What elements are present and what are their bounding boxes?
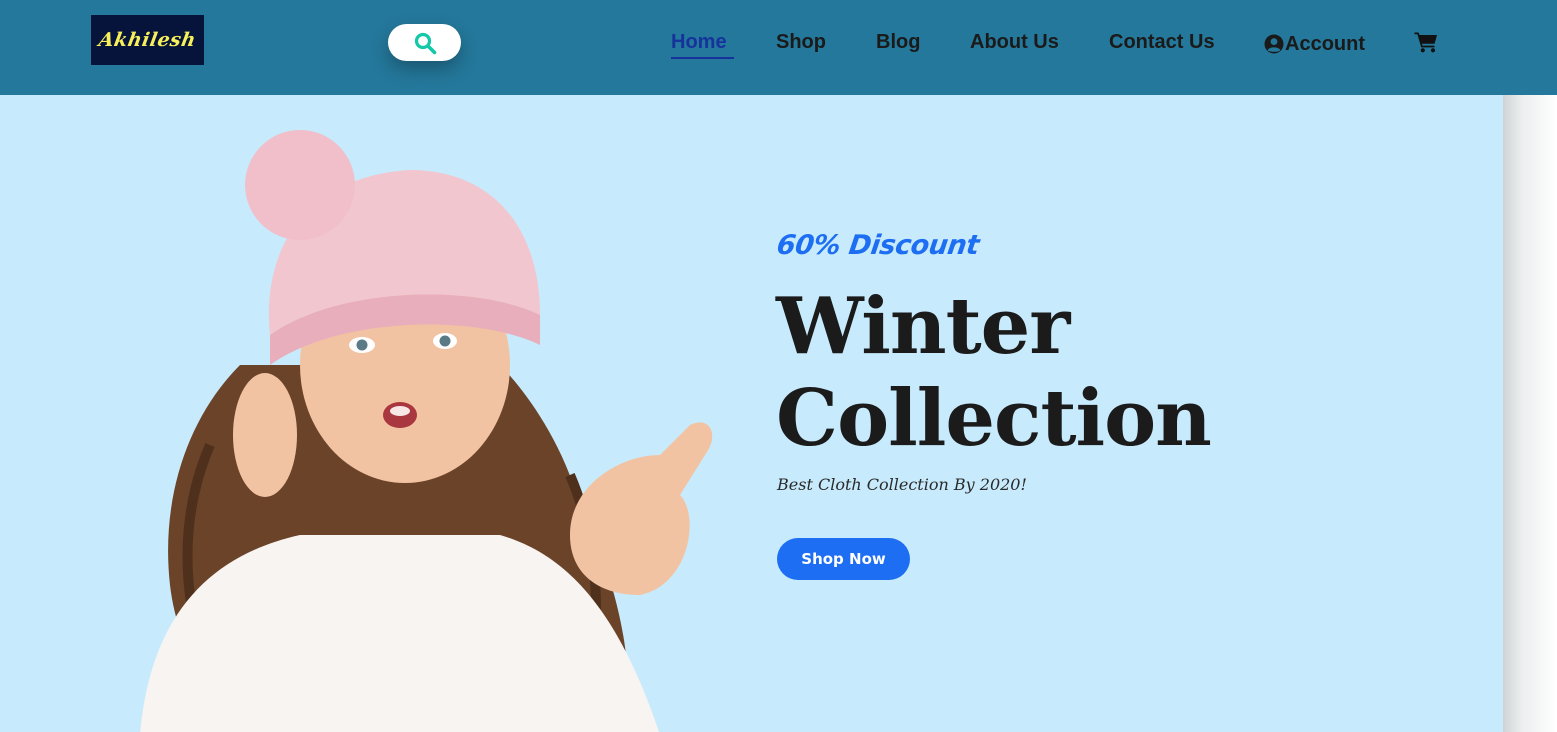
hero-title-line1: Winter xyxy=(776,281,1070,372)
cart-button[interactable] xyxy=(1414,31,1438,53)
search-button[interactable] xyxy=(388,24,461,61)
nav-shop[interactable]: Shop xyxy=(776,29,826,59)
nav-home[interactable]: Home xyxy=(671,29,734,59)
hero-subtitle: Best Cloth Collection By 2020! xyxy=(777,475,1027,494)
nav-account-label: Account xyxy=(1285,33,1365,55)
page-edge-shadow xyxy=(1503,95,1557,732)
hero-image xyxy=(140,130,713,732)
top-navbar: Akhilesh Home Shop Blog About Us Contact… xyxy=(0,0,1557,95)
search-icon xyxy=(414,32,436,54)
nav-contact-us[interactable]: Contact Us xyxy=(1109,29,1215,59)
hero-title: Winter Collection xyxy=(776,281,1212,465)
brand-logo-text: Akhilesh xyxy=(97,29,198,51)
shop-now-button[interactable]: Shop Now xyxy=(777,538,910,580)
hero-banner: 60% Discount Winter Collection Best Clot… xyxy=(0,95,1503,732)
nav-blog[interactable]: Blog xyxy=(876,29,920,59)
nav-about-us[interactable]: About Us xyxy=(970,29,1059,59)
brand-logo[interactable]: Akhilesh xyxy=(91,15,204,65)
user-circle-icon xyxy=(1264,34,1284,54)
hero-title-line2: Collection xyxy=(776,373,1212,464)
nav-account[interactable]: Account xyxy=(1264,29,1365,59)
discount-label: 60% Discount xyxy=(774,230,981,261)
shopping-cart-icon xyxy=(1414,32,1437,53)
